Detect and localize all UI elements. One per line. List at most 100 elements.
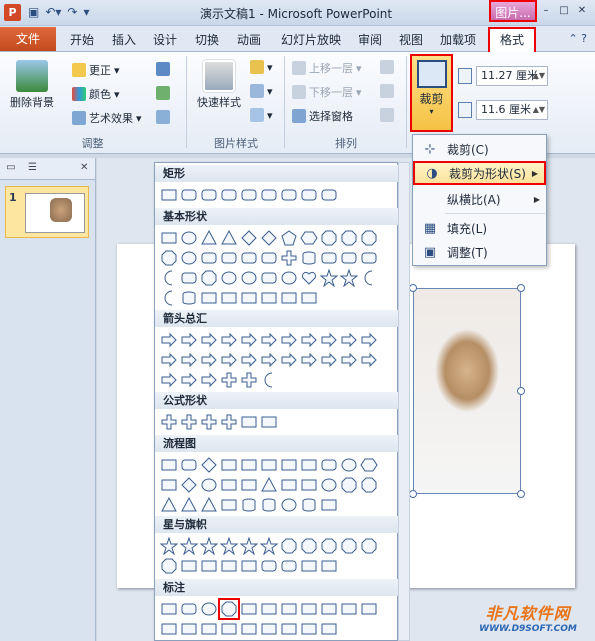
menu-crop[interactable]: ⊹ 裁剪(C)	[413, 137, 546, 161]
remove-background-button[interactable]: 删除背景	[5, 60, 59, 110]
oct-shape-icon[interactable]	[200, 269, 218, 287]
menu-crop-to-shape[interactable]: ◑ 裁剪为形状(S) ▶	[413, 161, 546, 185]
crop-button[interactable]: 裁剪 ▾	[410, 54, 453, 132]
rect-shape-icon[interactable]	[300, 600, 318, 618]
ellipse-shape-icon[interactable]	[180, 229, 198, 247]
rect-shape-icon[interactable]	[280, 289, 298, 307]
tab-view[interactable]: 视图	[399, 31, 423, 48]
cyl-shape-icon[interactable]	[300, 249, 318, 267]
ellipse-shape-icon[interactable]	[280, 269, 298, 287]
roundrect-shape-icon[interactable]	[180, 600, 198, 618]
width-spinner-icon[interactable]: ▲▼	[533, 101, 545, 119]
rect-shape-icon[interactable]	[220, 496, 238, 514]
oct-shape-icon[interactable]	[360, 229, 378, 247]
tri-shape-icon[interactable]	[200, 229, 218, 247]
arrow-shape-icon[interactable]	[160, 371, 178, 389]
rect-shape-icon[interactable]	[320, 496, 338, 514]
roundrect-shape-icon[interactable]	[280, 557, 298, 575]
arrow-shape-icon[interactable]	[360, 331, 378, 349]
arrow-shape-icon[interactable]	[280, 331, 298, 349]
oct-shape-icon[interactable]	[340, 229, 358, 247]
height-spinner-icon[interactable]: ▲▼	[533, 67, 545, 85]
resize-handle[interactable]	[517, 284, 525, 292]
roundrect-shape-icon[interactable]	[320, 456, 338, 474]
plus-shape-icon[interactable]	[240, 371, 258, 389]
plus-shape-icon[interactable]	[280, 249, 298, 267]
ellipse-shape-icon[interactable]	[320, 476, 338, 494]
arrow-shape-icon[interactable]	[220, 351, 238, 369]
outline-tab-icon[interactable]: ☰	[22, 158, 44, 179]
star-shape-icon[interactable]	[320, 269, 338, 287]
star-shape-icon[interactable]	[260, 537, 278, 555]
roundrect-shape-icon[interactable]	[200, 186, 218, 204]
resize-handle[interactable]	[409, 490, 417, 498]
plus-shape-icon[interactable]	[160, 413, 178, 431]
menu-aspect-ratio[interactable]: 纵横比(A) ▶	[413, 187, 546, 211]
hex-shape-icon[interactable]	[360, 456, 378, 474]
rect-shape-icon[interactable]	[260, 620, 278, 638]
oct-shape-icon[interactable]	[360, 476, 378, 494]
moon-shape-icon[interactable]	[360, 269, 378, 287]
tri-shape-icon[interactable]	[220, 229, 238, 247]
tab-design[interactable]: 设计	[153, 31, 177, 48]
roundrect-shape-icon[interactable]	[180, 186, 198, 204]
ellipse-shape-icon[interactable]	[180, 249, 198, 267]
oct-shape-icon[interactable]	[320, 229, 338, 247]
roundrect-shape-icon[interactable]	[180, 269, 198, 287]
rect-shape-icon[interactable]	[220, 557, 238, 575]
rect-shape-icon[interactable]	[300, 456, 318, 474]
resize-handle[interactable]	[517, 490, 525, 498]
picture-effects-button[interactable]: ▾	[250, 84, 273, 98]
rect-shape-icon[interactable]	[160, 620, 178, 638]
powerpoint-app-icon[interactable]: P	[4, 4, 21, 21]
redo-icon[interactable]: ↷	[67, 5, 77, 19]
tab-insert[interactable]: 插入	[112, 31, 136, 48]
arrow-shape-icon[interactable]	[360, 351, 378, 369]
heart-shape-icon[interactable]	[300, 269, 318, 287]
reset-picture-button[interactable]	[156, 110, 170, 124]
roundrect-shape-icon[interactable]	[360, 249, 378, 267]
arrow-shape-icon[interactable]	[160, 331, 178, 349]
tri-shape-icon[interactable]	[180, 496, 198, 514]
arrow-shape-icon[interactable]	[180, 351, 198, 369]
rect-shape-icon[interactable]	[300, 476, 318, 494]
help-icon[interactable]: ⌃ ?	[568, 32, 587, 45]
tab-slideshow[interactable]: 幻灯片放映	[281, 31, 341, 48]
plus-shape-icon[interactable]	[180, 413, 198, 431]
plus-shape-icon[interactable]	[220, 371, 238, 389]
tab-home[interactable]: 开始	[70, 31, 94, 48]
oct-shape-icon[interactable]	[218, 598, 240, 620]
rect-shape-icon[interactable]	[280, 620, 298, 638]
rect-shape-icon[interactable]	[200, 557, 218, 575]
resize-handle[interactable]	[517, 387, 525, 395]
bunny-picture[interactable]	[409, 284, 525, 498]
slides-tab-icon[interactable]: ▭	[0, 158, 22, 179]
roundrect-shape-icon[interactable]	[240, 249, 258, 267]
arrow-shape-icon[interactable]	[300, 351, 318, 369]
rect-shape-icon[interactable]	[320, 600, 338, 618]
star-shape-icon[interactable]	[180, 537, 198, 555]
rect-shape-icon[interactable]	[240, 600, 258, 618]
rect-shape-icon[interactable]	[160, 229, 178, 247]
tab-animations[interactable]: 动画	[237, 31, 261, 48]
rect-shape-icon[interactable]	[200, 289, 218, 307]
moon-shape-icon[interactable]	[260, 371, 278, 389]
arrow-shape-icon[interactable]	[320, 351, 338, 369]
diamond-shape-icon[interactable]	[260, 229, 278, 247]
rect-shape-icon[interactable]	[280, 476, 298, 494]
moon-shape-icon[interactable]	[160, 269, 178, 287]
arrow-shape-icon[interactable]	[320, 331, 338, 349]
oct-shape-icon[interactable]	[340, 537, 358, 555]
rect-shape-icon[interactable]	[240, 289, 258, 307]
rect-shape-icon[interactable]	[240, 620, 258, 638]
cyl-shape-icon[interactable]	[300, 496, 318, 514]
arrow-shape-icon[interactable]	[260, 351, 278, 369]
arrow-shape-icon[interactable]	[240, 331, 258, 349]
rect-shape-icon[interactable]	[240, 476, 258, 494]
arrow-shape-icon[interactable]	[340, 351, 358, 369]
tri-shape-icon[interactable]	[160, 496, 178, 514]
ellipse-shape-icon[interactable]	[200, 600, 218, 618]
roundrect-shape-icon[interactable]	[200, 249, 218, 267]
bring-forward-button[interactable]: 上移一层 ▾	[292, 60, 362, 76]
shape-height-input[interactable]: 11.27 厘米 ▲▼	[476, 66, 548, 86]
